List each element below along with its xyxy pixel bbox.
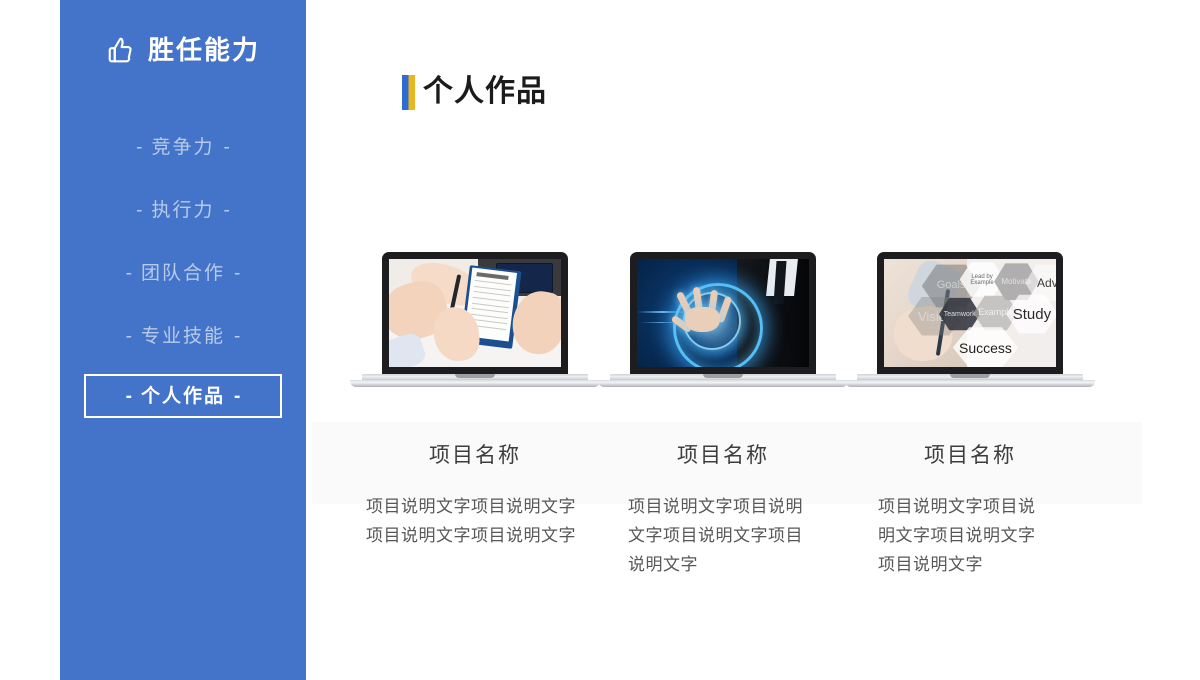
sidebar-item-label: 个人作品	[140, 385, 225, 407]
laptop-base	[845, 374, 1095, 387]
project-description: 项目说明文字项目说明文字项目说明文字项目说明文字	[628, 497, 803, 574]
page-title: 个人作品	[402, 74, 547, 110]
sidebar: 胜任能力 - 竞争力 - - 执行力 - - 团队合作 - - 专业技能 - -…	[60, 0, 306, 680]
sidebar-item-label: 竞争力	[151, 136, 215, 158]
sidebar-item-professional-skills[interactable]: - 专业技能 -	[60, 311, 306, 361]
dash-left: -	[125, 325, 132, 347]
project-card[interactable]: Goals Lead by Example Motivate Adv Visio	[845, 252, 1095, 392]
sidebar-item-teamwork[interactable]: - 团队合作 -	[60, 248, 306, 298]
hexagon-keywords-photo: Goals Lead by Example Motivate Adv Visio	[884, 259, 1056, 367]
dash-left: -	[125, 385, 132, 407]
project-card[interactable]	[350, 252, 600, 392]
dash-right: -	[234, 385, 241, 407]
sidebar-menu: - 竞争力 - - 执行力 - - 团队合作 - - 专业技能 - - 个人作品…	[60, 122, 306, 431]
project-description: 项目说明文字项目说明文字项目说明文字项目说明文字	[878, 497, 1036, 574]
dash-right: -	[223, 136, 230, 158]
dash-left: -	[136, 136, 143, 158]
title-accent-bar	[402, 74, 415, 110]
laptop-screen	[389, 259, 561, 367]
sidebar-item-execution[interactable]: - 执行力 -	[60, 185, 306, 235]
dash-right: -	[223, 199, 230, 221]
thumbs-up-icon	[108, 37, 132, 63]
laptop-mockup	[598, 252, 848, 392]
dash-left: -	[136, 199, 143, 221]
laptop-base	[598, 374, 848, 387]
laptop-lid	[630, 252, 816, 376]
laptop-mockup: Goals Lead by Example Motivate Adv Visio	[845, 252, 1095, 392]
dash-left: -	[125, 262, 132, 284]
slide-canvas: 胜任能力 - 竞争力 - - 执行力 - - 团队合作 - - 专业技能 - -…	[0, 0, 1200, 680]
sidebar-item-competitiveness[interactable]: - 竞争力 -	[60, 122, 306, 172]
laptop-base	[350, 374, 600, 387]
laptop-lid: Goals Lead by Example Motivate Adv Visio	[877, 252, 1063, 376]
sidebar-item-label: 团队合作	[140, 262, 225, 284]
sidebar-item-label: 执行力	[151, 199, 215, 221]
sidebar-item-label: 专业技能	[140, 325, 225, 347]
sidebar-brand-title: 胜任能力	[147, 35, 260, 65]
project-card[interactable]	[598, 252, 848, 392]
sidebar-item-personal-works[interactable]: - 个人作品 -	[84, 374, 282, 418]
dash-right: -	[234, 262, 241, 284]
laptop-screen: Goals Lead by Example Motivate Adv Visio	[884, 259, 1056, 367]
project-title: 项目名称	[677, 444, 769, 467]
contract-signing-photo	[389, 259, 561, 367]
sidebar-brand: 胜任能力	[60, 28, 306, 72]
page-title-text: 个人作品	[423, 75, 547, 108]
laptop-lid	[382, 252, 568, 376]
dash-right: -	[234, 325, 241, 347]
laptop-screen	[637, 259, 809, 367]
project-title: 项目名称	[924, 444, 1016, 467]
tech-hand-interface-photo	[637, 259, 809, 367]
laptop-mockup	[350, 252, 600, 392]
project-title: 项目名称	[429, 444, 521, 467]
project-description: 项目说明文字项目说明文字项目说明文字项目说明文字	[366, 497, 576, 545]
